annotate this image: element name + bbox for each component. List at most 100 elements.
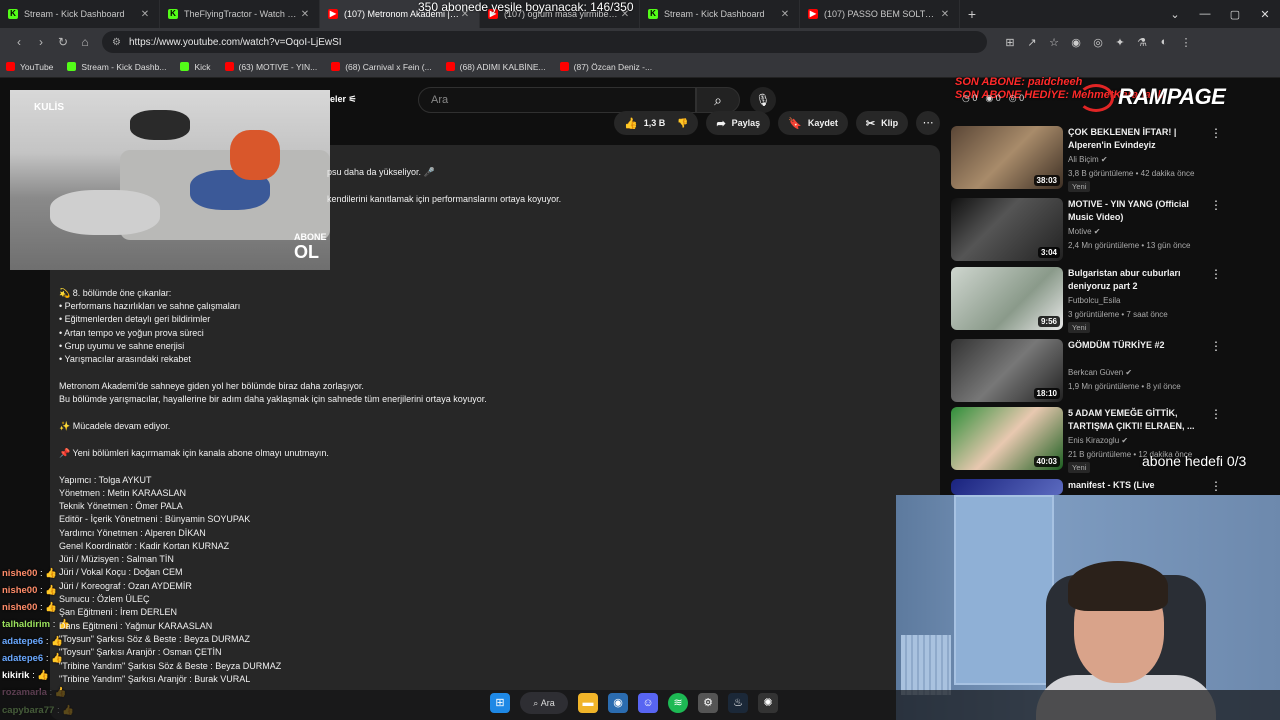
bookmark-item[interactable]: YouTube [6, 62, 53, 72]
description-line: Dans Eğitmeni : Yağmur KARAASLAN [59, 621, 213, 631]
windows-start-icon[interactable]: ⊞ [490, 693, 510, 713]
description-line: Genel Koordinatör : Kadir Kortan KURNAZ [59, 541, 230, 551]
browser-tab[interactable]: ▶ (107) PASSO BEM SOLTO (ULTR✕ [800, 0, 960, 28]
close-tab-icon[interactable]: ✕ [299, 9, 311, 20]
bookmark-item[interactable]: (68) ADIMI KALBİNE... [445, 62, 546, 72]
door-shape [954, 495, 1054, 685]
bookmark-star-icon[interactable]: ☆ [1043, 36, 1065, 49]
chat-username[interactable]: adatepe6 [2, 636, 43, 647]
recommendation-menu-icon[interactable]: ⋮ [1210, 339, 1222, 353]
bookmark-item[interactable]: Stream - Kick Dashb... [67, 62, 166, 72]
recommendation-title[interactable]: manifest - KTS (Live [1068, 479, 1208, 492]
search-button[interactable]: ⌕ [696, 87, 740, 113]
stat-item: ◎ 0 [1008, 93, 1025, 103]
recommendation-title[interactable]: Bulgaristan abur cuburları deniyoruz par… [1068, 267, 1208, 293]
spotify-icon[interactable]: ≋ [668, 693, 688, 713]
site-info-icon[interactable]: ⚙ [112, 37, 121, 48]
recommendation-menu-icon[interactable]: ⋮ [1210, 267, 1222, 281]
close-tab-icon[interactable]: ✕ [779, 9, 791, 20]
recommendation-title[interactable]: 5 ADAM YEMEĞE GİTTİK, TARTIŞMA ÇIKTI! EL… [1068, 407, 1208, 433]
reload-icon[interactable]: ↻ [52, 35, 74, 49]
profile-icon[interactable]: ◐ [1153, 36, 1175, 49]
description-line: kendilerini kanıtlamak için performansla… [327, 194, 562, 204]
chat-message: kikirik : 👍 [2, 670, 49, 681]
browser-tab-strip: K Stream - Kick Dashboard ✕ K TheFlyingTract… [0, 0, 1280, 28]
bookmark-item[interactable]: (63) MOTIVE - YIN... [224, 62, 317, 72]
search-icon: ⌕ [533, 697, 541, 708]
video-thumbnail[interactable]: 18:10 [951, 339, 1063, 402]
settings-icon[interactable]: ⚙ [698, 693, 718, 713]
channel-name[interactable]: Ali Biçim ✔ [1068, 155, 1108, 164]
forward-icon[interactable]: › [30, 35, 52, 49]
search-input[interactable]: Ara [418, 87, 696, 113]
bookmark-item[interactable]: Kick [180, 62, 211, 72]
more-actions-button[interactable]: ⋯ [916, 111, 941, 135]
channel-name[interactable]: Futbolcu_Esila [1068, 296, 1120, 305]
save-button[interactable]: 🔖 Kaydet [778, 111, 848, 135]
close-tab-icon[interactable]: ✕ [939, 9, 951, 20]
maximize-button[interactable]: ▢ [1220, 8, 1250, 21]
like-button[interactable]: 👍 1,3 B 👎 [614, 111, 699, 135]
recommendation-title[interactable]: MOTIVE - YIN YANG (Official Music Video) [1068, 198, 1208, 224]
channel-name[interactable]: Berkcan Güven ✔ [1068, 368, 1132, 377]
rampage-logo: RAMPAGE [1118, 84, 1226, 109]
browser-tab[interactable]: K Stream - Kick Dashboard ✕ [640, 0, 800, 28]
home-icon[interactable]: ⌂ [74, 35, 96, 49]
recommendation-menu-icon[interactable]: ⋮ [1210, 126, 1222, 140]
menu-icon[interactable]: ⋮ [1175, 36, 1197, 49]
recommendation-title[interactable]: ÇOK BEKLENEN İFTAR! | Alperen'in Evindey… [1068, 126, 1208, 152]
recommendation-menu-icon[interactable]: ⋮ [1210, 198, 1222, 212]
share-button[interactable]: ➦ Paylaş [706, 111, 771, 135]
bookmark-item[interactable]: (68) Carnival x Fein (... [331, 62, 432, 72]
video-thumbnail[interactable]: 40:03 [951, 407, 1063, 470]
chat-username[interactable]: kikirik [2, 670, 29, 681]
chat-username[interactable]: adatepe6 [2, 653, 43, 664]
dislike-icon[interactable]: 👎 [677, 118, 688, 129]
bookmark-item[interactable]: (87) Özcan Deniz -... [559, 62, 652, 72]
browser-tab[interactable]: K TheFlyingTractor - Watch clips o✕ [160, 0, 320, 28]
extension-icon[interactable]: ◎ [1087, 36, 1109, 49]
recommendation-menu-icon[interactable]: ⋮ [1210, 479, 1222, 493]
description-line: ✨ Mücadele devam ediyor. [59, 421, 171, 431]
flask-icon[interactable]: ⚗ [1131, 36, 1153, 49]
recommendation-title[interactable]: GÖMDÜM TÜRKİYE #2 [1068, 339, 1208, 352]
chat-username[interactable]: talhaldirim [2, 619, 50, 630]
new-tab-button[interactable]: + [960, 6, 984, 22]
channel-name[interactable]: Enis Kirazoglu ✔ [1068, 436, 1128, 445]
install-icon[interactable]: ⊞ [999, 36, 1021, 49]
video-thumbnail[interactable]: 9:56 [951, 267, 1063, 330]
chat-username[interactable]: nishe00 [2, 602, 37, 613]
channel-name[interactable]: Motive ✔ [1068, 227, 1101, 236]
description-line: Teknik Yönetmen : Ömer PALA [59, 501, 183, 511]
address-bar[interactable]: ⚙ https://www.youtube.com/watch?v=OqoI-L… [102, 31, 987, 53]
description-line: Yapımcı : Tolga AYKUT [59, 475, 152, 485]
extension-icon[interactable]: ◉ [1065, 36, 1087, 49]
filter-chip[interactable]: eler ⚟ [330, 94, 357, 105]
chat-username[interactable]: nishe00 [2, 568, 37, 579]
video-meta: 2,4 Mn görüntüleme • 13 gün önce [1068, 241, 1191, 250]
puzzle-icon[interactable]: ✦ [1109, 36, 1131, 49]
minimize-button[interactable]: — [1190, 8, 1220, 20]
new-badge: Yeni [1068, 181, 1091, 192]
taskbar-search[interactable]: ⌕ Ara [520, 692, 568, 714]
file-explorer-icon[interactable]: ▬ [578, 693, 598, 713]
discord-icon[interactable]: ☺ [638, 693, 658, 713]
browser-icon[interactable]: ◉ [608, 693, 628, 713]
video-thumbnail[interactable]: 38:03 [951, 126, 1063, 189]
close-tab-icon[interactable]: ✕ [139, 9, 151, 20]
chat-message: nishe00 : 👍 [2, 585, 57, 596]
tab-search-icon[interactable]: ⌄ [1160, 8, 1190, 21]
back-icon[interactable]: ‹ [8, 35, 30, 49]
video-thumbnail[interactable]: 3:04 [951, 198, 1063, 261]
recommendation-menu-icon[interactable]: ⋮ [1210, 407, 1222, 421]
clip-button[interactable]: ✂ Klip [855, 111, 909, 135]
share-label: Paylaş [731, 118, 761, 128]
browser-tab[interactable]: K Stream - Kick Dashboard ✕ [0, 0, 160, 28]
share-icon[interactable]: ↗ [1021, 36, 1043, 49]
steam-icon[interactable]: ♨ [728, 693, 748, 713]
app-icon[interactable]: ✺ [758, 693, 778, 713]
voice-search-button[interactable]: 🎙 [750, 87, 776, 113]
close-window-button[interactable]: ✕ [1250, 8, 1280, 21]
video-thumbnail[interactable] [951, 479, 1063, 495]
chat-username[interactable]: nishe00 [2, 585, 37, 596]
